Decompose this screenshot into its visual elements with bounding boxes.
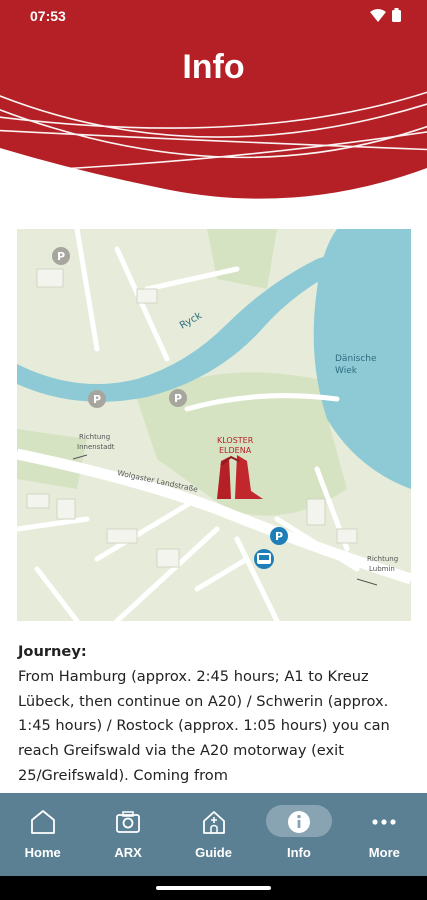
nav-label-arx: ARX [114, 845, 142, 860]
nav-item-info[interactable]: Info [256, 793, 341, 876]
journey-heading: Journey: [18, 643, 87, 660]
header-banner [0, 0, 427, 215]
parking-marker: P [88, 390, 106, 408]
camera-icon [114, 809, 142, 835]
nav-label-home: Home [24, 845, 61, 860]
svg-text:P: P [57, 250, 65, 263]
home-icon [29, 809, 57, 835]
home-gesture-pill[interactable] [156, 886, 271, 890]
direction-right-1: Richtung [367, 555, 398, 563]
location-map[interactable]: Ryck Dänische Wiek KLOSTER ELDENA Wolgas… [17, 229, 411, 621]
wifi-icon [370, 8, 386, 25]
svg-text:P: P [275, 530, 283, 543]
journey-text: From Hamburg (approx. 2:45 hours; A1 to … [18, 667, 390, 784]
nav-label-more: More [368, 845, 400, 860]
more-icon [370, 809, 398, 835]
parking-marker: P [270, 527, 288, 545]
status-bar: 07:53 [0, 0, 427, 32]
info-icon [285, 809, 313, 835]
bus-stop-icon [254, 549, 274, 569]
direction-right-2: Lubmin [369, 565, 395, 573]
direction-left-1: Richtung [79, 433, 110, 441]
system-nav-bar [0, 876, 427, 900]
battery-icon [392, 8, 401, 25]
nav-label-info: Info [287, 845, 311, 860]
bay-label-1: Dänische [335, 354, 377, 364]
nav-item-arx[interactable]: ARX [85, 793, 170, 876]
church-icon [200, 809, 228, 835]
direction-left-2: Innenstadt [77, 443, 115, 451]
status-time: 07:53 [30, 8, 66, 24]
nav-item-more[interactable]: More [342, 793, 427, 876]
monastery-label-1: KLOSTER [217, 436, 254, 445]
page-title: Info [182, 48, 245, 86]
journey-section: Journey: From Hamburg (approx. 2:45 hour… [18, 640, 413, 789]
parking-marker: P [169, 389, 187, 407]
nav-label-guide: Guide [195, 845, 232, 860]
monastery-label-2: ELDENA [219, 446, 252, 455]
nav-item-home[interactable]: Home [0, 793, 85, 876]
nav-item-guide[interactable]: Guide [171, 793, 256, 876]
bottom-navigation: Home ARX Guide Info More [0, 793, 427, 876]
bay-label-2: Wiek [335, 366, 358, 376]
parking-marker: P [52, 247, 70, 265]
svg-text:P: P [174, 392, 182, 405]
svg-text:P: P [93, 393, 101, 406]
